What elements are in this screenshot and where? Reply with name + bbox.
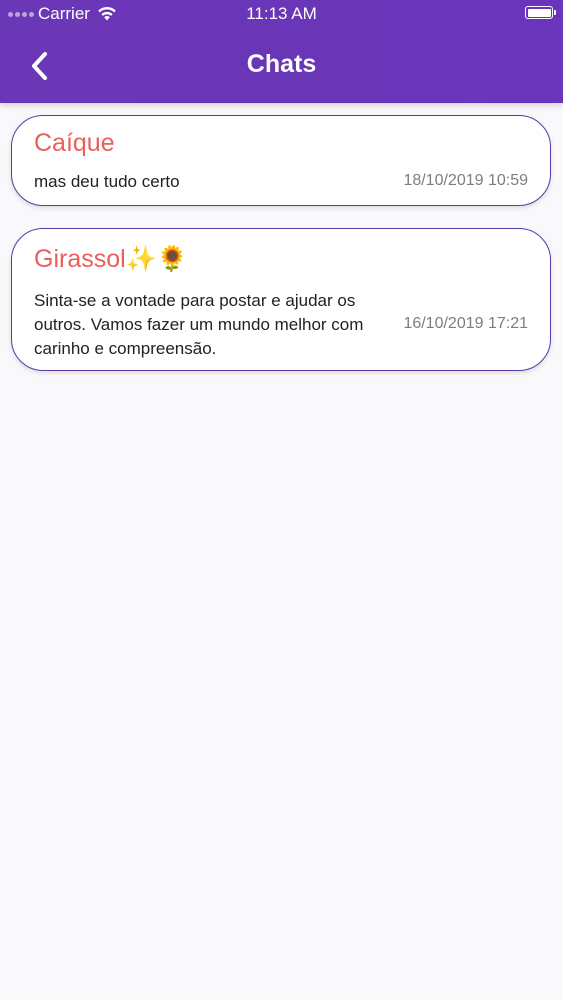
chat-name: Caíque xyxy=(34,129,115,157)
battery-icon xyxy=(525,6,556,19)
chat-last-message: Sinta-se a vontade para postar e ajudar … xyxy=(34,291,364,358)
page-title: Chats xyxy=(246,50,317,78)
navigation-bar: Carrier 11:13 AM Chats xyxy=(0,0,563,103)
status-time: 11:13 AM xyxy=(246,4,317,23)
chat-timestamp: 16/10/2019 17:21 xyxy=(403,315,528,332)
status-bar: Carrier 11:13 AM xyxy=(0,0,563,28)
chat-last-message: mas deu tudo certo xyxy=(34,172,180,191)
chat-name: Girassol✨🌻 xyxy=(34,245,188,273)
chat-timestamp: 18/10/2019 10:59 xyxy=(403,172,528,189)
chat-item-caique[interactable]: Caíque mas deu tudo certo 18/10/2019 10:… xyxy=(11,115,551,206)
chat-item-girassol[interactable]: Girassol✨🌻 Sinta-se a vontade para posta… xyxy=(11,228,551,371)
